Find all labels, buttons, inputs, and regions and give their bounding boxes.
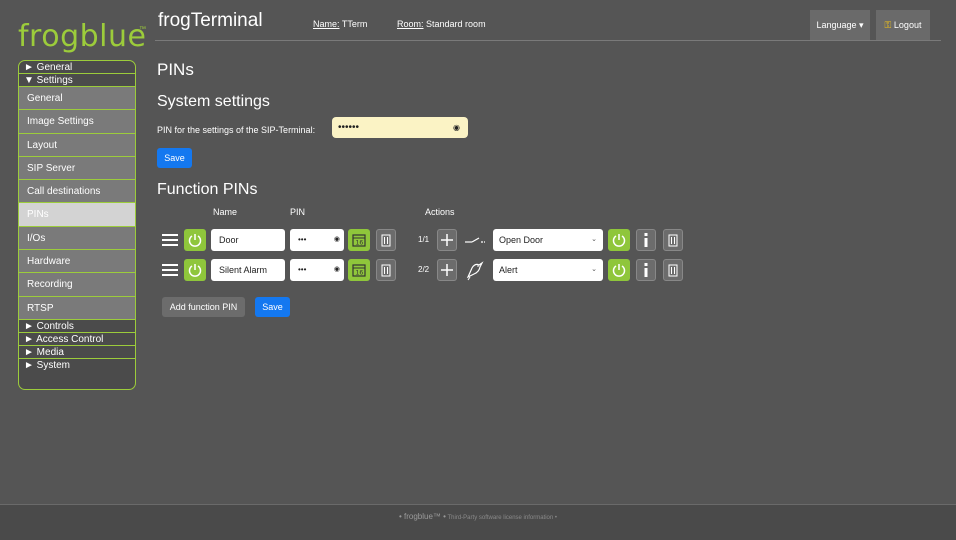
- trash-icon: [381, 264, 391, 277]
- info-button[interactable]: [636, 259, 656, 281]
- function-pins-heading: Function PINs: [157, 181, 258, 198]
- drag-handle-icon[interactable]: [162, 234, 178, 246]
- room-info: Room: Standard room: [397, 19, 486, 29]
- sidebar-item-general[interactable]: General: [19, 87, 135, 111]
- power-toggle-button[interactable]: [184, 229, 206, 251]
- page-title: PINs: [157, 60, 194, 79]
- power-icon: [612, 234, 626, 247]
- save-system-button[interactable]: Save: [157, 148, 192, 168]
- plus-icon: [441, 264, 453, 276]
- sidebar-item-layout[interactable]: Layout: [19, 133, 135, 157]
- calendar-button[interactable]: 16: [348, 229, 370, 251]
- function-pin-input[interactable]: ••• ◉: [290, 259, 344, 281]
- logout-label: Logout: [893, 20, 922, 30]
- column-name: Name: [213, 207, 238, 217]
- svg-text:16: 16: [356, 240, 364, 247]
- action-select-value: Open Door: [499, 235, 544, 245]
- info-icon: [644, 233, 648, 247]
- action-count: 2/2: [418, 265, 430, 274]
- app-title: frogTerminal: [158, 10, 263, 31]
- svg-text:16: 16: [356, 270, 364, 277]
- function-pin-input[interactable]: ••• ◉: [290, 229, 344, 251]
- nav-group-general[interactable]: ► General: [19, 61, 135, 74]
- bird-alert-icon: [463, 259, 487, 281]
- plus-icon: [441, 234, 453, 246]
- system-settings-heading: System settings: [157, 93, 270, 110]
- footer-brand: • frogblue™ •: [398, 512, 446, 521]
- function-name-input[interactable]: Door: [211, 229, 285, 251]
- nav-group-controls[interactable]: ► Controls: [19, 320, 135, 333]
- room-label: Room:: [397, 19, 424, 29]
- column-pin: PIN: [290, 207, 306, 217]
- eye-icon[interactable]: ◉: [334, 229, 340, 251]
- chevron-down-icon: ⌄: [591, 266, 597, 273]
- power-toggle-button[interactable]: [184, 259, 206, 281]
- drag-handle-icon[interactable]: [162, 264, 178, 276]
- action-delete-button[interactable]: [663, 259, 683, 281]
- delete-button[interactable]: [376, 259, 396, 281]
- settings-pin-input[interactable]: •••••• ◉: [332, 117, 468, 138]
- frogblue-logo: frogblue ™: [18, 19, 147, 56]
- sidebar-nav: ► General ▼ Settings General Image Setti…: [18, 60, 136, 390]
- action-select[interactable]: Alert ⌄: [493, 259, 603, 281]
- power-icon: [188, 264, 202, 277]
- sidebar-item-rtsp[interactable]: RTSP: [19, 296, 135, 320]
- info-icon: [644, 263, 648, 277]
- trash-icon: [668, 264, 678, 277]
- action-power-button[interactable]: [608, 229, 630, 251]
- action-delete-button[interactable]: [663, 229, 683, 251]
- delete-button[interactable]: [376, 229, 396, 251]
- sidebar-item-sip-server[interactable]: SIP Server: [19, 156, 135, 181]
- eye-icon[interactable]: ◉: [453, 117, 460, 138]
- logo-text: frogblue: [18, 19, 147, 54]
- action-select-value: Alert: [499, 265, 518, 275]
- info-button[interactable]: [636, 229, 656, 251]
- name-label: Name:: [313, 19, 340, 29]
- nav-group-access-control[interactable]: ► Access Control: [19, 333, 135, 346]
- nav-group-settings[interactable]: ▼ Settings: [19, 74, 135, 87]
- calendar-button[interactable]: 16: [348, 259, 370, 281]
- calendar-icon: 16: [352, 234, 366, 247]
- key-icon: ⚿: [884, 20, 892, 30]
- trash-icon: [381, 234, 391, 247]
- action-count: 1/1: [418, 235, 430, 244]
- calendar-icon: 16: [352, 264, 366, 277]
- save-function-pins-button[interactable]: Save: [255, 297, 290, 317]
- column-actions: Actions: [425, 207, 455, 217]
- add-action-button[interactable]: [437, 259, 457, 281]
- room-value: Standard room: [426, 19, 486, 29]
- nav-group-media[interactable]: ► Media: [19, 346, 135, 359]
- action-select[interactable]: Open Door ⌄: [493, 229, 603, 251]
- settings-pin-label: PIN for the settings of the SIP-Terminal…: [157, 125, 316, 135]
- function-pin-row: Silent Alarm ••• ◉ 16 2/2 Alert ⌄: [0, 258, 956, 282]
- function-pin-row: Door ••• ◉ 16 1/1 Open Door ⌄: [0, 228, 956, 252]
- name-value: TTerm: [341, 19, 368, 29]
- eye-icon[interactable]: ◉: [334, 259, 340, 281]
- logout-button[interactable]: ⚿ Logout: [876, 10, 930, 40]
- logo-trademark: ™: [139, 26, 146, 33]
- function-name-input[interactable]: Silent Alarm: [211, 259, 285, 281]
- sidebar-item-image-settings[interactable]: Image Settings: [19, 110, 135, 134]
- add-action-button[interactable]: [437, 229, 457, 251]
- trash-icon: [668, 234, 678, 247]
- settings-pin-value: ••••••: [338, 122, 360, 133]
- header-divider: [155, 40, 941, 41]
- language-dropdown[interactable]: Language ▾: [810, 10, 870, 40]
- power-icon: [612, 264, 626, 277]
- switch-icon: [463, 229, 487, 251]
- nav-group-system[interactable]: ► System: [19, 359, 135, 372]
- footer: • frogblue™ • Third-Party software licen…: [0, 504, 956, 540]
- sidebar-item-pins[interactable]: PINs: [19, 203, 135, 227]
- function-pin-value: •••: [298, 235, 307, 244]
- action-power-button[interactable]: [608, 259, 630, 281]
- sidebar-item-call-destinations[interactable]: Call destinations: [19, 180, 135, 204]
- license-link[interactable]: Third-Party software license information…: [448, 515, 557, 521]
- power-icon: [188, 234, 202, 247]
- device-name-info: Name: TTerm: [313, 19, 367, 29]
- function-pin-value: •••: [298, 265, 307, 274]
- add-function-pin-button[interactable]: Add function PIN: [162, 297, 245, 317]
- chevron-down-icon: ⌄: [591, 236, 597, 243]
